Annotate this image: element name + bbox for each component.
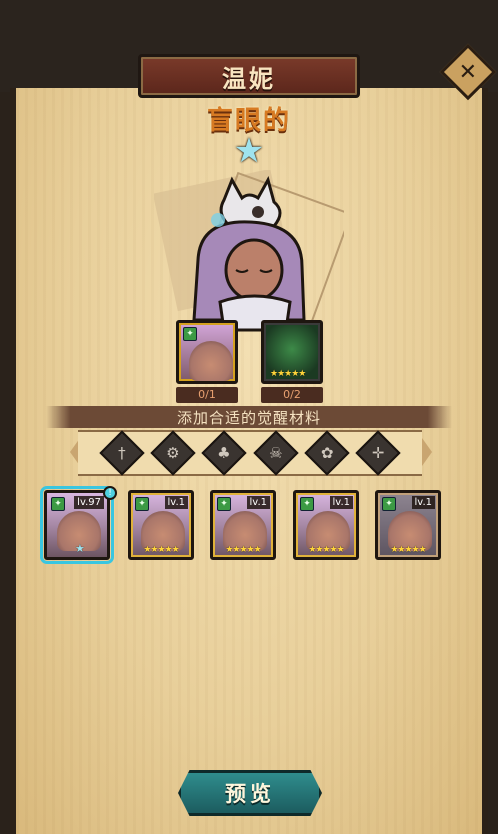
leaf-icon: ✦ xyxy=(300,497,314,511)
leaf-icon: ✦ xyxy=(183,327,197,341)
leaf-icon: ✦ xyxy=(135,497,149,511)
awaken-slots: † ⚙ ♣ ☠ ✿ ✛ xyxy=(78,430,422,476)
alert-badge: ! xyxy=(103,486,117,500)
hero-card[interactable]: ✦ lv.97 ★ xyxy=(40,486,114,564)
card-stars: ★★★★★ xyxy=(143,545,179,555)
card-level: lv.1 xyxy=(329,496,353,509)
preview-button[interactable]: 预览 xyxy=(178,770,322,816)
leaf-icon: ✦ xyxy=(382,497,396,511)
skull-icon[interactable]: ☠ xyxy=(253,430,299,476)
awaken-banner: 添加合适的觉醒材料 xyxy=(46,406,452,428)
material-count: 0/2 xyxy=(261,387,323,403)
hero-card[interactable]: ✦ lv.1 ★★★★★ xyxy=(375,490,441,560)
leaf-icon: ✦ xyxy=(51,497,65,511)
crosshair-icon[interactable]: ✛ xyxy=(355,430,401,476)
slot-arrow-right xyxy=(422,438,432,466)
sword-icon[interactable]: † xyxy=(99,430,145,476)
title-plate: 温妮 xyxy=(138,54,360,98)
card-stars: ★★★★★ xyxy=(308,545,344,555)
leaf-icon: ✦ xyxy=(217,497,231,511)
portrait-material-slot[interactable]: ✦ xyxy=(176,320,238,384)
card-stars: ★★★★★ xyxy=(225,545,261,555)
hero-portrait xyxy=(154,170,344,332)
card-level: lv.97 xyxy=(74,496,104,509)
star-icon: ★ xyxy=(233,131,265,171)
hero-card[interactable]: ✦ lv.1 ★★★★★ xyxy=(128,490,194,560)
card-level: lv.1 xyxy=(246,496,270,509)
hero-card[interactable]: ✦ lv.1 ★★★★★ xyxy=(210,490,276,560)
card-level: lv.1 xyxy=(411,496,435,509)
hero-card[interactable]: ✦ lv.1 ★★★★★ xyxy=(293,490,359,560)
gear-icon[interactable]: ⚙ xyxy=(150,430,196,476)
character-face xyxy=(189,341,233,381)
awaken-banner-text: 添加合适的觉醒材料 xyxy=(176,408,321,427)
material-count: 0/1 xyxy=(176,387,238,403)
clover-icon[interactable]: ♣ xyxy=(201,430,247,476)
card-stars: ★★★★★ xyxy=(390,545,426,555)
dialog-frame: 温妮 ✕ 盲眼的 ★ ✦ ★★★★★ 0/1 0/2 添加合适的觉醒材料 † ⚙… xyxy=(0,0,498,834)
flower-icon[interactable]: ✿ xyxy=(304,430,350,476)
hero-name: 温妮 xyxy=(222,64,276,93)
material-stars: ★★★★★ xyxy=(270,369,306,379)
close-icon: ✕ xyxy=(458,59,478,85)
card-stars: ★ xyxy=(75,542,85,555)
card-level: lv.1 xyxy=(164,496,188,509)
preview-label: 预览 xyxy=(225,782,275,806)
hooded-material-slot[interactable]: ★★★★★ xyxy=(261,320,323,384)
hero-card-list: ✦ lv.97 ★ ✦ lv.1 ★★★★★ ✦ lv.1 ★★★★★ ✦ lv… xyxy=(40,486,442,564)
